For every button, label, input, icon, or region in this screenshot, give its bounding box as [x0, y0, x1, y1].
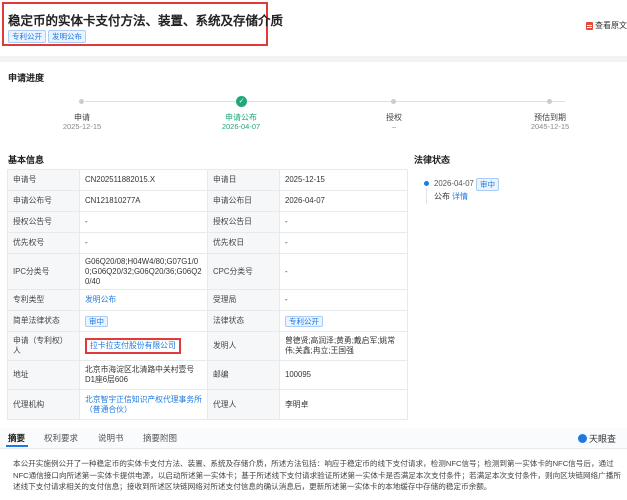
tag-patent-open: 专利公开	[8, 30, 46, 43]
field-key: 授权公告日	[207, 211, 280, 233]
tab-claims[interactable]: 权利要求	[44, 432, 78, 444]
field-key: 受理局	[207, 289, 280, 311]
field-value: -	[279, 211, 408, 233]
field-key: 申请日	[207, 169, 280, 191]
step-date-publish: 2026-04-07	[221, 122, 261, 131]
field-value: 北京市海淀区北清路中关村壹号D1座6层606	[79, 360, 208, 390]
tag-invention-publish: 发明公布	[48, 30, 86, 43]
brand-logo: 天眼查	[578, 432, 616, 445]
field-key: 简单法律状态	[7, 310, 80, 332]
patent-type-link[interactable]: 发明公布	[79, 289, 208, 311]
legal-status-badge: 专利公开	[285, 315, 323, 327]
legal-badge: 审中	[476, 178, 499, 191]
field-value: -	[279, 232, 408, 254]
field-key: 发明人	[207, 331, 280, 361]
field-value: 拉卡拉支付股份有限公司	[79, 331, 208, 361]
tab-abstract-figure[interactable]: 摘要附图	[143, 432, 177, 444]
basic-info-title: 基本信息	[8, 155, 45, 165]
step-dot-grant	[391, 99, 396, 104]
tianyancha-logo-icon	[578, 434, 587, 443]
table-row: 代理机构 北京智宇正信知识产权代理事务所（普通合伙） 代理人 李明卓	[7, 389, 408, 420]
field-key: 邮编	[207, 360, 280, 390]
field-value: 100095	[279, 360, 408, 390]
field-value: 2025-12-15	[279, 169, 408, 191]
table-row: 地址 北京市海淀区北清路中关村壹号D1座6层606 邮编 100095	[7, 360, 408, 390]
field-key: 代理机构	[7, 389, 80, 420]
status-badge: 审中	[85, 315, 108, 327]
field-value: 专利公开	[279, 310, 408, 332]
field-key: 优先权号	[7, 232, 80, 254]
agency-link[interactable]: 北京智宇正信知识产权代理事务所（普通合伙）	[79, 389, 208, 420]
field-key: CPC分类号	[207, 253, 280, 290]
table-row: 优先权号 - 优先权日 -	[7, 232, 408, 254]
field-value: 2026-04-07	[279, 190, 408, 212]
step-date-expiry: 2045-12-15	[530, 122, 570, 131]
field-value: 李明卓	[279, 389, 408, 420]
brand-name: 天眼查	[589, 434, 617, 444]
applicant-link[interactable]: 拉卡拉支付股份有限公司	[85, 338, 181, 354]
field-key: IPC分类号	[7, 253, 80, 290]
field-value: G06Q20/08;H04W4/80;G07G1/00;G06Q20/32;G0…	[79, 253, 208, 290]
active-tab-indicator	[6, 445, 28, 447]
field-key: 法律状态	[207, 310, 280, 332]
step-dot-expiry	[547, 99, 552, 104]
table-row: IPC分类号 G06Q20/08;H04W4/80;G07G1/00;G06Q2…	[7, 253, 408, 290]
tab-abstract[interactable]: 摘要	[8, 432, 25, 444]
field-key: 专利类型	[7, 289, 80, 311]
view-original-label: 查看原文	[595, 21, 627, 30]
table-row: 申请公布号 CN121810277A 申请公布日 2026-04-07	[7, 190, 408, 212]
step-date-grant: –	[391, 122, 397, 131]
table-row: 简单法律状态 审中 法律状态 专利公开	[7, 310, 408, 332]
inventor-list: 曾德贤;高润泽;黄勇;戴启军;姚常伟;关鑫;冉立;王国强	[279, 331, 408, 361]
progress-timeline	[85, 101, 565, 102]
pdf-icon	[586, 21, 593, 30]
table-row: 专利类型 发明公布 受理局 -	[7, 289, 408, 311]
field-key: 地址	[7, 360, 80, 390]
field-key: 申请号	[7, 169, 80, 191]
progress-section-title: 申请进度	[8, 73, 45, 83]
table-row: 授权公告号 - 授权公告日 -	[7, 211, 408, 233]
field-value: -	[279, 289, 408, 311]
table-row: 申请号 CN202511882015.X 申请日 2025-12-15	[7, 169, 408, 191]
field-value: -	[79, 232, 208, 254]
legal-detail-link[interactable]: 详情	[452, 191, 468, 202]
legal-status-title: 法律状态	[414, 155, 451, 165]
page-title: 稳定币的实体卡支付方法、装置、系统及存储介质	[8, 14, 284, 28]
field-key: 申请公布号	[7, 190, 80, 212]
legal-event: 公布	[434, 192, 450, 201]
field-value: -	[279, 253, 408, 290]
field-key: 优先权日	[207, 232, 280, 254]
legal-date: 2026-04-07	[434, 179, 474, 188]
legal-timeline	[426, 188, 427, 204]
section-separator	[0, 56, 627, 62]
table-row: 申请（专利权）人 拉卡拉支付股份有限公司 发明人 曾德贤;高润泽;黄勇;戴启军;…	[7, 331, 408, 361]
field-key: 申请公布日	[207, 190, 280, 212]
field-key: 申请（专利权）人	[7, 331, 80, 361]
abstract-text: 本公开实施例公开了一种稳定币的实体卡支付方法、装置、系统及存储介质，所述方法包括…	[13, 459, 621, 491]
field-key: 授权公告号	[7, 211, 80, 233]
legal-dot	[424, 181, 429, 186]
basic-info-table: 申请号 CN202511882015.X 申请日 2025-12-15 申请公布…	[7, 169, 408, 420]
field-value: CN202511882015.X	[79, 169, 208, 191]
content-tabs-bar	[0, 428, 627, 449]
tab-description[interactable]: 说明书	[98, 432, 124, 444]
step-date-apply: 2025-12-15	[62, 122, 102, 131]
field-value: -	[79, 211, 208, 233]
view-original-button[interactable]: 查看原文	[586, 20, 627, 31]
field-key: 代理人	[207, 389, 280, 420]
field-value: 审中	[79, 310, 208, 332]
check-icon: ✓	[236, 96, 247, 107]
field-value: CN121810277A	[79, 190, 208, 212]
step-dot-apply	[79, 99, 84, 104]
